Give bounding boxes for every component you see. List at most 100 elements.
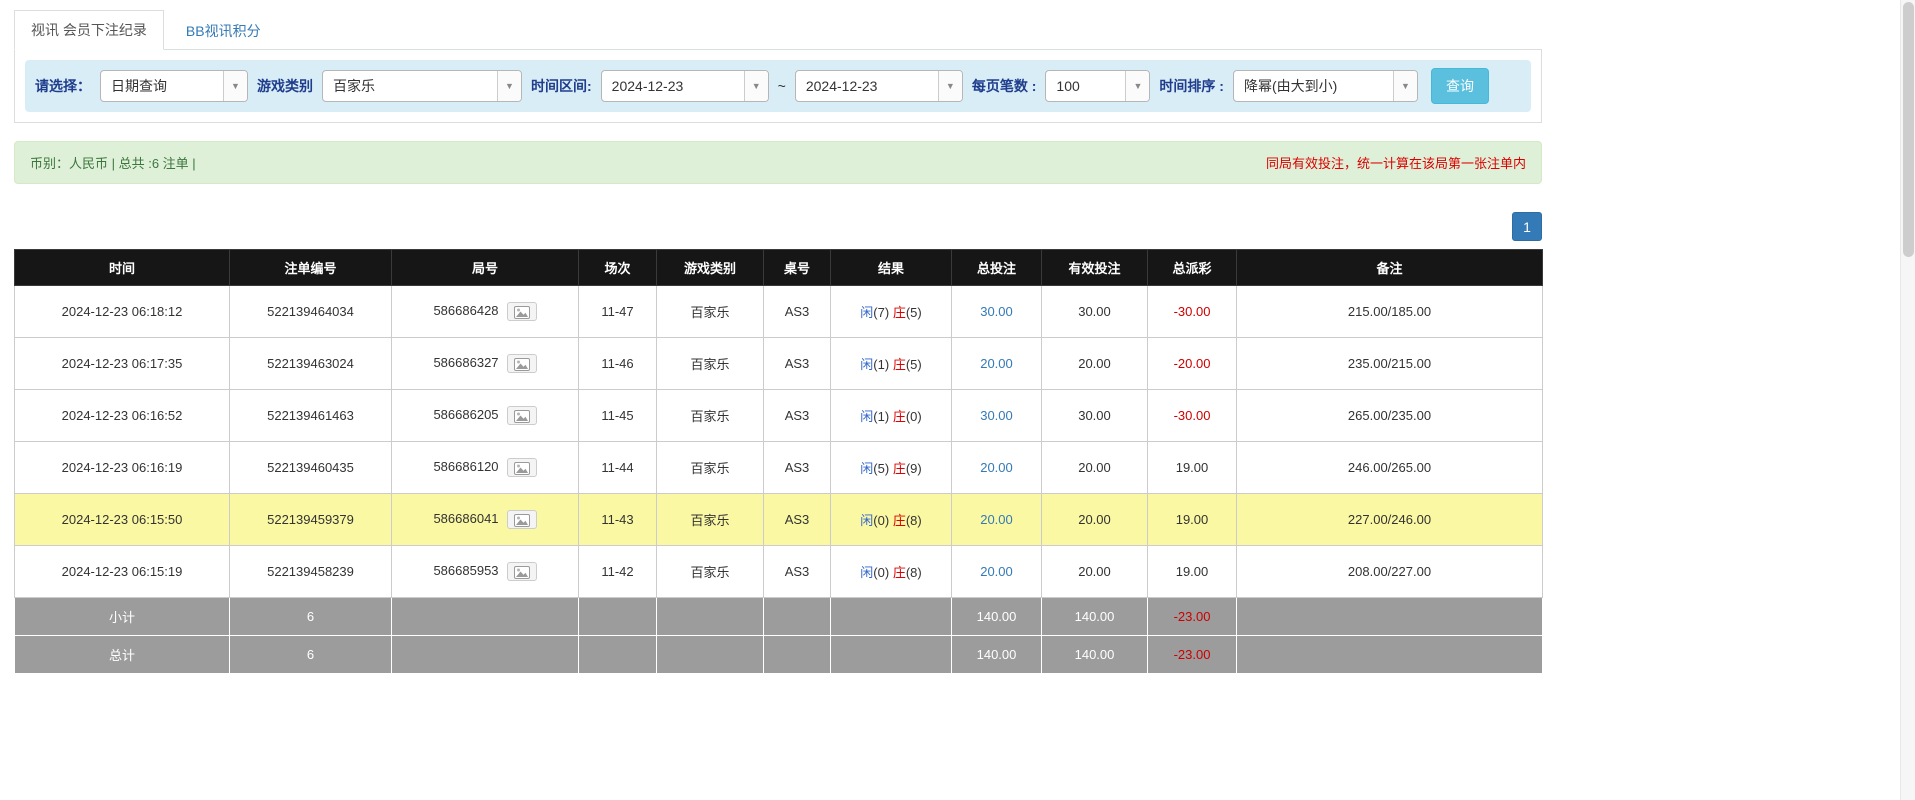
cell-result: 闲(1) 庄(5)	[831, 338, 952, 390]
cell-empty	[764, 598, 831, 636]
cell-note: 215.00/185.00	[1237, 286, 1543, 338]
cell-time: 2024-12-23 06:15:19	[15, 546, 230, 598]
valid-bet-notice: 同局有效投注，统一计算在该局第一张注单内	[1266, 153, 1526, 172]
cell-empty	[831, 598, 952, 636]
cell-empty	[1237, 636, 1543, 674]
cell-valid-bet: 20.00	[1042, 442, 1148, 494]
chevron-down-icon[interactable]: ▼	[497, 71, 521, 101]
table-row: 2024-12-23 06:16:52522139461463586686205…	[15, 390, 1543, 442]
round-number: 586686205	[433, 407, 498, 422]
cell-game-type: 百家乐	[657, 494, 764, 546]
result-banker: 庄	[893, 461, 906, 476]
subtotal-payout: -23.00	[1148, 598, 1237, 636]
chevron-down-icon[interactable]: ▼	[223, 71, 247, 101]
cell-table-no: AS3	[764, 546, 831, 598]
cell-round: 586686120	[392, 442, 579, 494]
chevron-down-icon[interactable]: ▼	[1125, 71, 1149, 101]
result-banker-score: (8)	[906, 565, 922, 580]
image-icon	[514, 358, 530, 371]
subtotal-valid-bet: 140.00	[1042, 598, 1148, 636]
result-banker-score: (9)	[906, 461, 922, 476]
cell-total-bet: 20.00	[952, 338, 1042, 390]
page-size-value: 100	[1046, 71, 1125, 101]
cell-time: 2024-12-23 06:18:12	[15, 286, 230, 338]
page-size-dropdown[interactable]: 100 ▼	[1045, 70, 1150, 102]
result-banker: 庄	[893, 565, 906, 580]
cell-time: 2024-12-23 06:17:35	[15, 338, 230, 390]
table-body: 2024-12-23 06:18:12522139464034 586686428…	[15, 286, 1543, 598]
total-label: 总计	[15, 636, 230, 674]
image-icon	[514, 410, 530, 423]
cell-game-type: 百家乐	[657, 286, 764, 338]
time-sort-label: 时间排序 :	[1159, 76, 1224, 96]
chevron-down-icon[interactable]: ▼	[744, 71, 768, 101]
cell-round: 586686041	[392, 494, 579, 546]
cell-total-bet: 20.00	[952, 546, 1042, 598]
cell-time: 2024-12-23 06:15:50	[15, 494, 230, 546]
cell-payout: -30.00	[1148, 390, 1237, 442]
cell-payout: 19.00	[1148, 546, 1237, 598]
cell-session: 11-45	[579, 390, 657, 442]
result-player: 闲	[860, 409, 873, 424]
query-type-value: 日期查询	[101, 71, 223, 101]
header-table-no: 桌号	[764, 250, 831, 286]
cell-bet-id: 522139463024	[230, 338, 392, 390]
cell-bet-id: 522139459379	[230, 494, 392, 546]
cell-valid-bet: 30.00	[1042, 390, 1148, 442]
game-type-value: 百家乐	[323, 71, 497, 101]
cell-note: 235.00/215.00	[1237, 338, 1543, 390]
result-banker-score: (0)	[906, 409, 922, 424]
cell-game-type: 百家乐	[657, 338, 764, 390]
cell-table-no: AS3	[764, 442, 831, 494]
header-payout: 总派彩	[1148, 250, 1237, 286]
total-count: 6	[230, 636, 392, 674]
date-from-picker[interactable]: 2024-12-23 ▼	[601, 70, 769, 102]
result-banker: 庄	[893, 305, 906, 320]
round-image-button[interactable]	[507, 406, 537, 425]
scrollbar-thumb[interactable]	[1903, 2, 1914, 257]
cell-note: 208.00/227.00	[1237, 546, 1543, 598]
table-row: 2024-12-23 06:17:35522139463024586686327…	[15, 338, 1543, 390]
result-player-score: (1)	[873, 409, 889, 424]
cell-table-no: AS3	[764, 286, 831, 338]
round-image-button[interactable]	[507, 562, 537, 581]
query-type-dropdown[interactable]: 日期查询 ▼	[100, 70, 248, 102]
summary-bar: 币别：人民币 | 总共 :6 注单 | 同局有效投注，统一计算在该局第一张注单内	[14, 141, 1542, 184]
page-button-1[interactable]: 1	[1512, 212, 1542, 241]
round-image-button[interactable]	[507, 354, 537, 373]
result-player: 闲	[860, 305, 873, 320]
result-banker-score: (5)	[906, 305, 922, 320]
chevron-down-icon[interactable]: ▼	[938, 71, 962, 101]
header-result: 结果	[831, 250, 952, 286]
round-number: 586685953	[433, 563, 498, 578]
search-button[interactable]: 查询	[1431, 68, 1489, 104]
round-number: 586686428	[433, 303, 498, 318]
tab-bb-video-points[interactable]: BB视讯积分	[170, 12, 277, 50]
header-note: 备注	[1237, 250, 1543, 286]
cell-bet-id: 522139464034	[230, 286, 392, 338]
cell-valid-bet: 20.00	[1042, 338, 1148, 390]
time-sort-dropdown[interactable]: 降幂(由大到小) ▼	[1233, 70, 1418, 102]
round-image-button[interactable]	[507, 510, 537, 529]
tab-betting-records[interactable]: 视讯 会员下注纪录	[14, 10, 164, 50]
query-type-label: 请选择：	[35, 76, 91, 96]
round-image-button[interactable]	[507, 302, 537, 321]
cell-empty	[579, 636, 657, 674]
game-type-dropdown[interactable]: 百家乐 ▼	[322, 70, 522, 102]
chevron-down-icon[interactable]: ▼	[1393, 71, 1417, 101]
total-total-bet: 140.00	[952, 636, 1042, 674]
currency-total-info: 币别：人民币 | 总共 :6 注单 |	[30, 153, 196, 172]
filter-panel: 请选择： 日期查询 ▼ 游戏类别 百家乐 ▼ 时间区间: 2024-12-23 …	[14, 49, 1542, 123]
cell-bet-id: 522139461463	[230, 390, 392, 442]
date-to-picker[interactable]: 2024-12-23 ▼	[795, 70, 963, 102]
header-bet-id: 注单编号	[230, 250, 392, 286]
cell-table-no: AS3	[764, 390, 831, 442]
result-player-score: (7)	[873, 305, 889, 320]
cell-note: 227.00/246.00	[1237, 494, 1543, 546]
round-image-button[interactable]	[507, 458, 537, 477]
vertical-scrollbar[interactable]	[1900, 0, 1915, 800]
cell-time: 2024-12-23 06:16:19	[15, 442, 230, 494]
subtotal-count: 6	[230, 598, 392, 636]
cell-bet-id: 522139458239	[230, 546, 392, 598]
cell-session: 11-43	[579, 494, 657, 546]
